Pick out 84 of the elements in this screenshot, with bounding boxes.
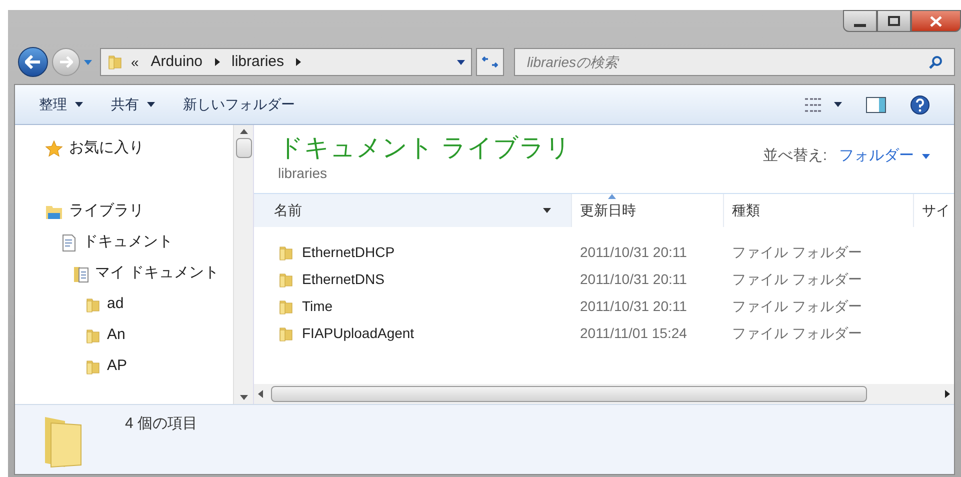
details-view-icon bbox=[804, 98, 822, 112]
tree-item[interactable]: An bbox=[15, 320, 233, 351]
file-row[interactable]: EthernetDNS 2011/10/31 20:11 ファイル フォルダー bbox=[254, 266, 954, 293]
star-icon bbox=[45, 140, 63, 158]
file-row[interactable]: EthernetDHCP 2011/10/31 20:11 ファイル フォルダー bbox=[254, 239, 954, 266]
date-cell-text: 2011/10/31 20:11 bbox=[579, 243, 688, 262]
caret-icon bbox=[608, 194, 616, 199]
scrollbar-thumb[interactable] bbox=[271, 386, 867, 402]
close-icon bbox=[930, 16, 942, 26]
toolbar-button[interactable]: 整理 bbox=[39, 94, 83, 115]
tree-item[interactable]: マイ ドキュメント bbox=[15, 258, 233, 289]
file-name: Time bbox=[302, 297, 333, 316]
caret-icon bbox=[240, 129, 248, 134]
folder-icon bbox=[85, 296, 101, 312]
caret-icon bbox=[75, 102, 83, 107]
toolbar-button[interactable]: 新しいフォルダー bbox=[183, 94, 295, 115]
scrollbar-thumb[interactable] bbox=[236, 138, 252, 158]
folder-icon bbox=[278, 298, 294, 314]
caret-icon bbox=[457, 60, 465, 64]
date-cell-text: 2011/11/01 15:24 bbox=[579, 324, 688, 343]
left-arrow-icon bbox=[258, 390, 263, 398]
scrollbar[interactable] bbox=[233, 125, 253, 404]
date-cell-text: 2011/10/31 20:11 bbox=[579, 297, 688, 316]
folder-icon bbox=[85, 358, 101, 374]
search-icon bbox=[929, 55, 943, 69]
folder-icon bbox=[278, 272, 294, 288]
item-count: 4 個の項目 bbox=[125, 414, 198, 434]
file-row[interactable]: Time 2011/10/31 20:11 ファイル フォルダー bbox=[254, 293, 954, 320]
breadcrumb[interactable]: libraries bbox=[228, 50, 288, 74]
caret-icon bbox=[147, 102, 155, 107]
caret-icon bbox=[543, 208, 551, 213]
document-folder-icon bbox=[73, 264, 89, 282]
folder-icon bbox=[107, 54, 123, 70]
caret-icon bbox=[84, 60, 92, 64]
toolbar-button[interactable]: 共有 bbox=[111, 94, 155, 115]
horizontal-scrollbar[interactable] bbox=[254, 384, 954, 404]
document-icon bbox=[61, 234, 77, 252]
back-button[interactable] bbox=[18, 47, 48, 77]
type-cell-text: ファイル フォルダー bbox=[731, 297, 863, 316]
sort-dropdown[interactable]: フォルダー bbox=[839, 145, 930, 168]
tree-item[interactable]: お気に入り bbox=[15, 133, 233, 164]
left-arrow-icon bbox=[25, 55, 41, 69]
arrow-icon bbox=[296, 58, 302, 66]
file-name: EthernetDHCP bbox=[302, 243, 395, 262]
column-header[interactable]: サイ bbox=[914, 194, 961, 227]
breadcrumb[interactable]: Arduino bbox=[146, 50, 206, 74]
column-header[interactable]: 名前 bbox=[254, 194, 572, 227]
tree-item[interactable]: ドキュメント bbox=[15, 227, 233, 258]
type-cell-text: ファイル フォルダー bbox=[731, 243, 863, 262]
right-arrow-icon bbox=[59, 56, 73, 68]
arrow-icon bbox=[945, 390, 950, 398]
library-title: ドキュメント ライブラリ bbox=[278, 133, 571, 163]
type-cell-text: ファイル フォルダー bbox=[731, 270, 863, 289]
tree-item[interactable]: ad bbox=[15, 289, 233, 320]
preview-pane-button[interactable] bbox=[866, 96, 886, 112]
caret-icon bbox=[240, 395, 248, 400]
minimize-button[interactable] bbox=[843, 10, 877, 32]
close-button[interactable] bbox=[911, 10, 961, 32]
type-cell-text: ファイル フォルダー bbox=[731, 324, 863, 343]
file-row[interactable]: FIAPUploadAgent 2011/11/01 15:24 ファイル フォルダー bbox=[254, 320, 954, 347]
help-icon bbox=[910, 94, 930, 114]
tree-item[interactable]: AP bbox=[15, 351, 233, 382]
tree-item[interactable]: ライブラリ bbox=[15, 196, 233, 227]
caret-icon bbox=[922, 154, 930, 159]
file-name: FIAPUploadAgent bbox=[302, 324, 414, 343]
pane-icon bbox=[866, 96, 886, 112]
folder-icon bbox=[278, 326, 294, 342]
folder-icon bbox=[278, 244, 294, 260]
column-header[interactable]: 更新日時 bbox=[572, 194, 724, 227]
column-header[interactable]: 種類 bbox=[724, 194, 914, 227]
search-field[interactable]: librariesの検索 bbox=[514, 48, 955, 76]
refresh-button[interactable] bbox=[476, 48, 504, 76]
file-name: EthernetDNS bbox=[302, 270, 384, 289]
view-button[interactable] bbox=[804, 98, 842, 112]
arrow-icon bbox=[214, 58, 220, 66]
caret-icon bbox=[834, 102, 842, 107]
sort-label: 並べ替え: bbox=[762, 146, 827, 166]
maximize-button[interactable] bbox=[877, 10, 911, 32]
date-cell-text: 2011/10/31 20:11 bbox=[579, 270, 688, 289]
library-subtitle: libraries bbox=[278, 164, 328, 183]
help-button[interactable] bbox=[910, 94, 930, 114]
refresh-icon bbox=[482, 56, 498, 68]
address-bar[interactable]: « Arduino libraries bbox=[100, 48, 472, 76]
folder-icon bbox=[85, 328, 101, 344]
